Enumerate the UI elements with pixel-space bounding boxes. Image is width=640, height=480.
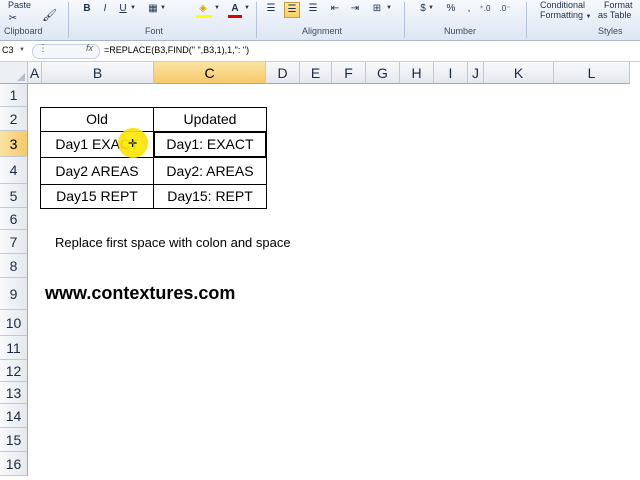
- group-number-label: Number: [444, 26, 477, 36]
- cell-b4[interactable]: Day2 AREAS: [40, 157, 154, 185]
- merge-center-icon[interactable]: ⊞: [370, 2, 384, 16]
- row-header-12[interactable]: 12: [0, 360, 28, 382]
- fill-color-icon[interactable]: ◈: [196, 2, 210, 16]
- group-font-label: Font: [145, 26, 164, 36]
- format-table-line1[interactable]: Format: [604, 0, 633, 10]
- comma-style-icon[interactable]: ,: [462, 2, 476, 16]
- borders-dropdown-icon[interactable]: ▼: [160, 5, 166, 11]
- decrease-decimal-icon[interactable]: .0⁻: [498, 2, 512, 16]
- column-header-d[interactable]: D: [266, 62, 300, 84]
- conditional-formatting-button[interactable]: Formatting ▼: [540, 10, 591, 20]
- fill-color-dropdown-icon[interactable]: ▼: [214, 5, 220, 11]
- conditional-formatting-line2: Formatting: [540, 10, 584, 20]
- formula-controls-grip-icon: ⋮: [38, 43, 48, 54]
- column-header-j[interactable]: J: [468, 62, 484, 84]
- ribbon-separator: [404, 2, 405, 38]
- row-header-5[interactable]: 5: [0, 184, 28, 208]
- bold-button[interactable]: B: [80, 2, 94, 16]
- align-center-icon[interactable]: ☰: [284, 2, 300, 18]
- row-header-7[interactable]: 7: [0, 230, 28, 254]
- conditional-formatting-dropdown-icon: ▼: [585, 14, 592, 20]
- row-header-15[interactable]: 15: [0, 428, 28, 452]
- borders-icon[interactable]: ▦: [146, 2, 160, 16]
- ribbon-separator: [526, 2, 527, 38]
- ribbon-separator: [68, 2, 69, 38]
- group-clipboard-label: Clipboard: [4, 26, 43, 36]
- cell-c3-active[interactable]: Day1: EXACT: [153, 131, 267, 158]
- ribbon-separator: [256, 2, 257, 38]
- mouse-cursor-icon: ✛: [128, 138, 138, 150]
- format-table-line2[interactable]: as Table: [598, 10, 631, 20]
- row-header-10[interactable]: 10: [0, 310, 28, 336]
- row-header-1[interactable]: 1: [0, 84, 28, 107]
- cell-b7-note[interactable]: Replace first space with colon and space: [55, 235, 291, 250]
- align-right-icon[interactable]: ☰: [306, 2, 320, 16]
- row-header-3[interactable]: 3: [0, 131, 28, 157]
- column-header-a[interactable]: A: [28, 62, 42, 84]
- italic-button[interactable]: I: [98, 2, 112, 16]
- column-header-f[interactable]: F: [332, 62, 366, 84]
- cell-c5[interactable]: Day15: REPT: [153, 184, 267, 209]
- cell-c4[interactable]: Day2: AREAS: [153, 157, 267, 185]
- cell-b5[interactable]: Day15 REPT: [40, 184, 154, 209]
- row-header-14[interactable]: 14: [0, 404, 28, 428]
- underline-dropdown-icon[interactable]: ▼: [130, 5, 136, 11]
- ribbon: Paste ✂ 🖌 Clipboard B I U ▼ ▦ ▼ ◈ ▼ A ▼ …: [0, 0, 640, 41]
- cell-a9-website[interactable]: www.contextures.com: [45, 283, 235, 304]
- select-all-button[interactable]: [0, 62, 28, 84]
- format-painter-icon[interactable]: 🖌: [42, 8, 57, 22]
- increase-indent-icon[interactable]: ⇥: [348, 2, 362, 16]
- formula-bar: C3 ▼ ⋮ fx =REPLACE(B3,FIND(" ",B3,1),1,"…: [0, 41, 640, 62]
- percent-icon[interactable]: %: [444, 2, 458, 16]
- row-header-8[interactable]: 8: [0, 254, 28, 278]
- column-header-e[interactable]: E: [300, 62, 332, 84]
- cut-icon[interactable]: ✂: [6, 12, 20, 26]
- fill-color-bar: [196, 15, 212, 18]
- font-color-dropdown-icon[interactable]: ▼: [244, 5, 250, 11]
- currency-dropdown-icon[interactable]: ▼: [428, 5, 434, 11]
- row-header-2[interactable]: 2: [0, 107, 28, 131]
- formula-input[interactable]: =REPLACE(B3,FIND(" ",B3,1),1,": "): [104, 43, 249, 58]
- row-header-6[interactable]: 6: [0, 208, 28, 230]
- column-header-g[interactable]: G: [366, 62, 400, 84]
- row-header-9[interactable]: 9: [0, 278, 28, 310]
- column-header-h[interactable]: H: [400, 62, 434, 84]
- column-header-k[interactable]: K: [484, 62, 554, 84]
- merge-dropdown-icon[interactable]: ▼: [386, 5, 392, 11]
- align-left-icon[interactable]: ☰: [264, 2, 278, 16]
- row-header-13[interactable]: 13: [0, 382, 28, 404]
- underline-button[interactable]: U: [116, 2, 130, 16]
- font-color-icon[interactable]: A: [228, 2, 242, 16]
- row-header-11[interactable]: 11: [0, 336, 28, 360]
- row-header-4[interactable]: 4: [0, 157, 28, 184]
- column-header-i[interactable]: I: [434, 62, 468, 84]
- conditional-formatting-line1[interactable]: Conditional: [540, 0, 585, 10]
- row-header-16[interactable]: 16: [0, 452, 28, 476]
- increase-decimal-icon[interactable]: ⁺.0: [478, 2, 492, 16]
- paste-label[interactable]: Paste: [8, 0, 31, 10]
- group-styles-label: Styles: [598, 26, 623, 36]
- column-header-c[interactable]: C: [154, 62, 266, 84]
- name-box-dropdown-icon[interactable]: ▼: [19, 47, 25, 53]
- column-header-l[interactable]: L: [554, 62, 630, 84]
- group-alignment-label: Alignment: [302, 26, 343, 36]
- column-header-b[interactable]: B: [42, 62, 154, 84]
- decrease-indent-icon[interactable]: ⇤: [328, 2, 342, 16]
- cell-c2-header[interactable]: Updated: [153, 107, 267, 132]
- font-color-bar: [228, 15, 242, 18]
- insert-function-icon[interactable]: fx: [86, 43, 93, 53]
